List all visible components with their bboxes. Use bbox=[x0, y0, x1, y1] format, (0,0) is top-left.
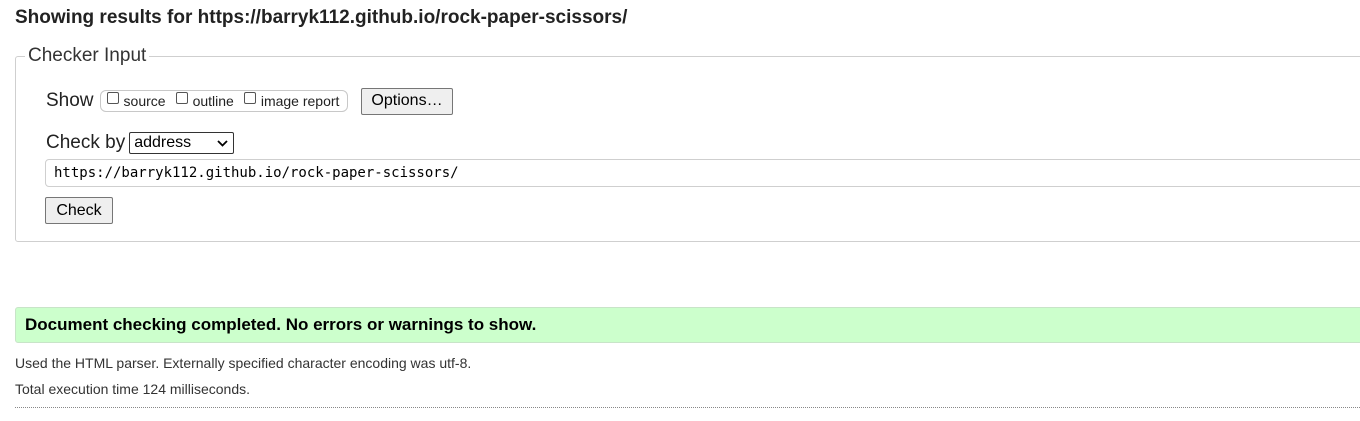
image-report-label: image report bbox=[260, 93, 340, 109]
show-outline-option[interactable]: outline bbox=[175, 92, 234, 109]
check-by-row: Check by address bbox=[46, 132, 235, 154]
results-heading: Showing results for https://barryk112.gi… bbox=[15, 7, 627, 29]
source-label: source bbox=[123, 93, 166, 109]
url-input[interactable] bbox=[45, 159, 1360, 187]
parser-info: Used the HTML parser. Externally specifi… bbox=[15, 355, 472, 371]
image-report-checkbox[interactable] bbox=[243, 92, 256, 104]
show-options-group: source outline image report bbox=[99, 90, 349, 112]
results-url: https://barryk112.github.io/rock-paper-s… bbox=[197, 7, 628, 28]
show-options-row: Show source outline image report Options… bbox=[46, 87, 453, 115]
checker-input-legend: Checker Input bbox=[25, 45, 150, 67]
check-by-label: Check by bbox=[46, 132, 126, 153]
show-label: Show bbox=[46, 90, 94, 111]
show-image-report-option[interactable]: image report bbox=[243, 92, 340, 109]
check-by-select[interactable]: address bbox=[129, 132, 235, 154]
chevron-down-icon bbox=[217, 139, 228, 147]
dotted-divider bbox=[15, 407, 1360, 408]
results-heading-prefix: Showing results for bbox=[15, 7, 193, 28]
check-button[interactable]: Check bbox=[45, 197, 113, 224]
options-button[interactable]: Options… bbox=[361, 87, 453, 115]
outline-checkbox[interactable] bbox=[175, 92, 188, 104]
execution-time-info: Total execution time 124 milliseconds. bbox=[15, 381, 251, 397]
success-message: Document checking completed. No errors o… bbox=[25, 315, 537, 334]
check-by-selected-value: address bbox=[134, 134, 192, 151]
show-source-option[interactable]: source bbox=[106, 92, 166, 109]
outline-label: outline bbox=[192, 93, 234, 109]
validator-page: Showing results for https://barryk112.gi… bbox=[0, 0, 1360, 421]
success-message-box: Document checking completed. No errors o… bbox=[15, 307, 1360, 343]
source-checkbox[interactable] bbox=[106, 92, 119, 104]
